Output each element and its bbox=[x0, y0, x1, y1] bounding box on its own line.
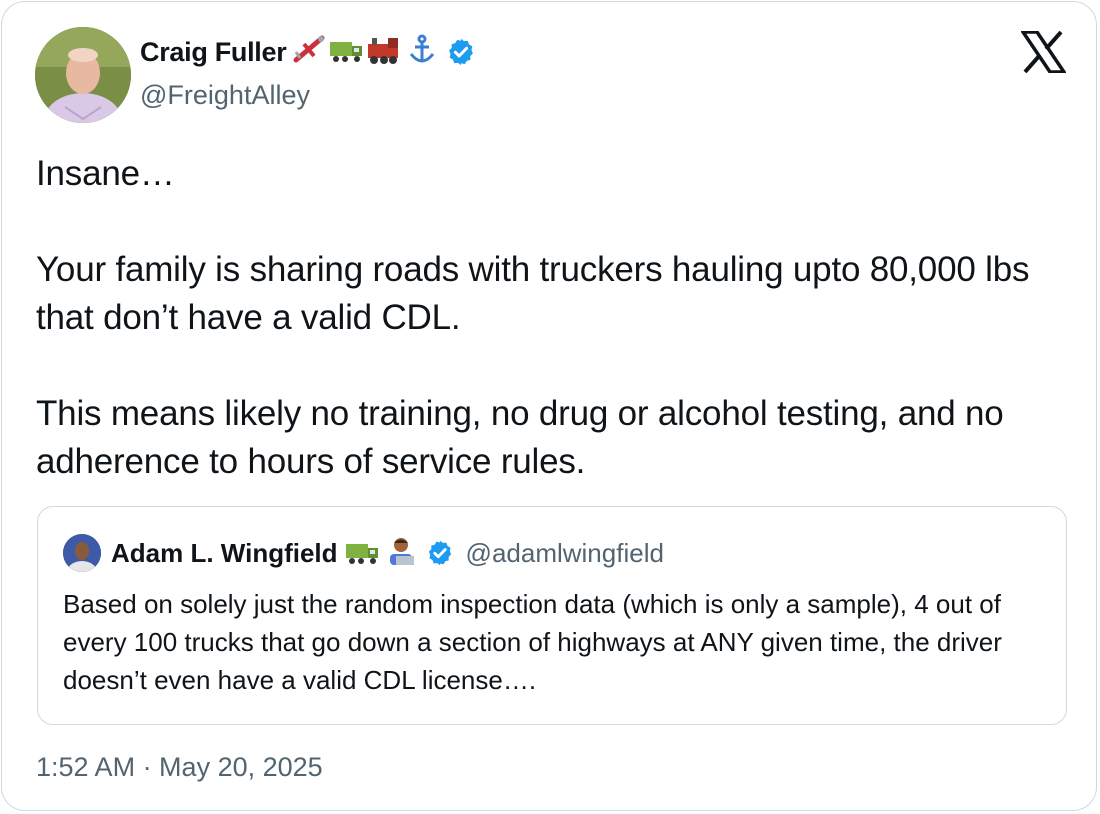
truck-icon bbox=[345, 543, 378, 564]
quoted-author-name[interactable]: Adam L. Wingfield bbox=[111, 538, 338, 569]
quoted-author-handle[interactable]: @adamlwingfield bbox=[466, 538, 664, 569]
quoted-tweet-text: Based on solely just the random inspecti… bbox=[63, 589, 1002, 695]
technologist-icon bbox=[389, 537, 414, 565]
verified-badge-icon bbox=[428, 540, 451, 566]
quoted-header: Adam L. Wingfield @adamlwingfield bbox=[111, 531, 664, 575]
author-handle[interactable]: @FreightAlley bbox=[140, 80, 310, 111]
tweet-body: Insane… Your family is sharing roads wit… bbox=[36, 150, 1046, 486]
travel-emojis-icon bbox=[293, 34, 435, 64]
author-name-row: Craig Fuller bbox=[140, 30, 476, 74]
truck-icon bbox=[330, 42, 363, 62]
tweet-line: Your family is sharing roads with trucke… bbox=[36, 250, 1030, 337]
verified-badge-icon bbox=[449, 38, 474, 66]
author-name[interactable]: Craig Fuller bbox=[140, 37, 287, 68]
x-logo-icon[interactable] bbox=[1021, 31, 1066, 73]
quoted-name-emojis bbox=[345, 536, 420, 571]
tweet-line: This means likely no training, no drug o… bbox=[36, 394, 1004, 481]
name-emojis bbox=[292, 32, 440, 72]
locomotive-icon bbox=[368, 38, 399, 64]
quoted-tweet[interactable]: Adam L. Wingfield @adamlwingfield Based … bbox=[37, 506, 1067, 725]
author-avatar[interactable] bbox=[35, 27, 131, 123]
tweet-line: Insane… bbox=[36, 154, 175, 193]
anchor-icon bbox=[410, 34, 435, 63]
tweet-card: Craig Fuller @FreightAlley Insane… Your … bbox=[1, 1, 1097, 811]
quoted-author-avatar[interactable] bbox=[63, 534, 101, 572]
timestamp[interactable]: 1:52 AM · May 20, 2025 bbox=[36, 752, 323, 783]
airplane-icon bbox=[293, 35, 325, 63]
